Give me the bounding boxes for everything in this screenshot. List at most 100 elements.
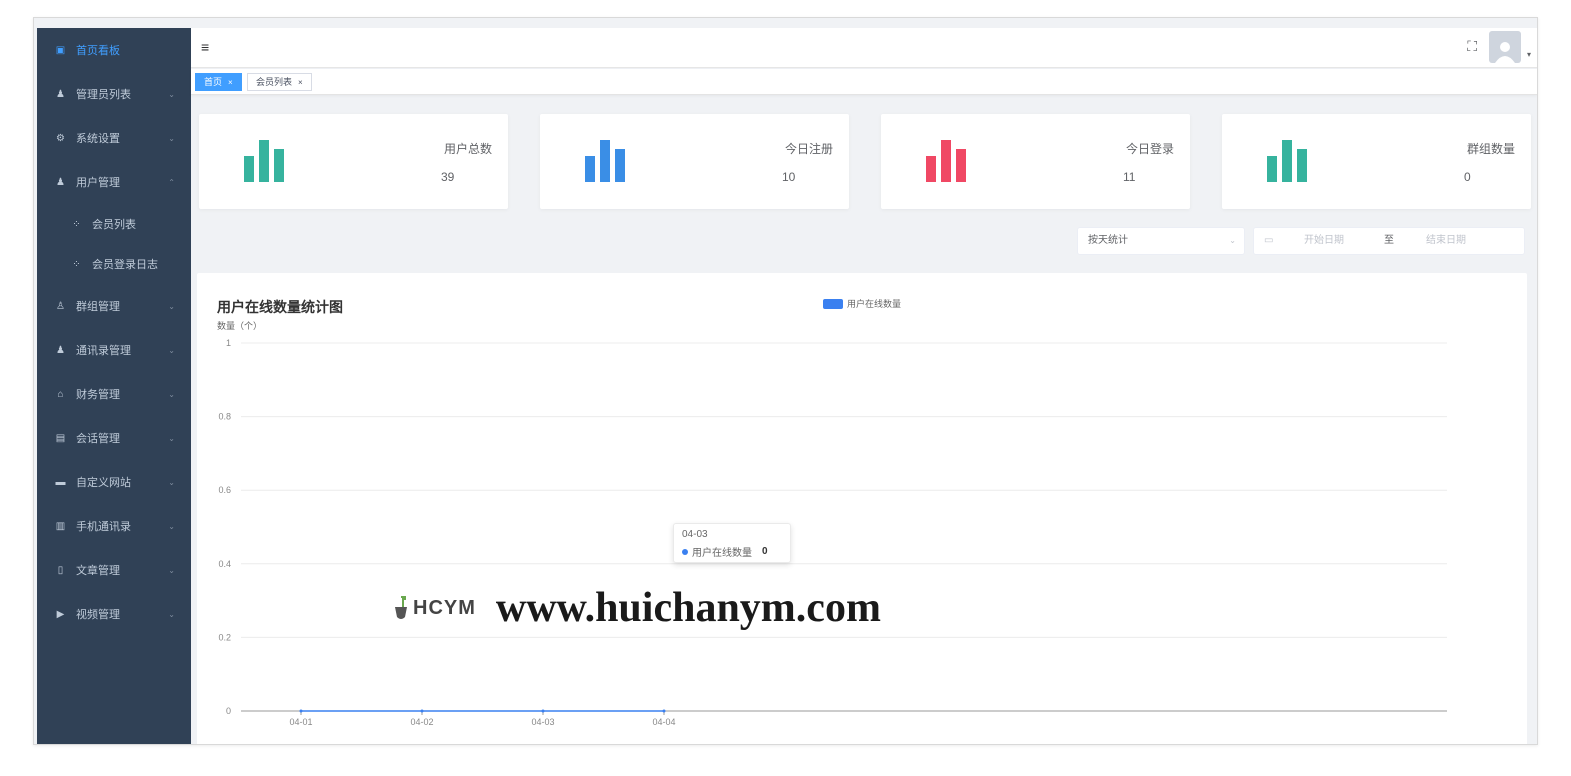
sidebar-item[interactable]: ♟ 通讯录管理 ⌄ (37, 328, 191, 372)
bar-chart-icon (926, 140, 966, 182)
card-label: 用户总数 (443, 142, 492, 156)
tooltip-dot (682, 548, 688, 555)
sidebar-item-label: 会员登录日志 (92, 259, 158, 271)
start-date-input[interactable]: 开始日期 (1304, 228, 1344, 254)
bar-icon-rect (615, 149, 625, 182)
x-tick-label: 04-04 (652, 717, 675, 727)
chevron-icon: ⌄ (168, 89, 175, 99)
chat-icon: ▤ (55, 432, 66, 444)
sidebar-item-label: 用户管理 (76, 177, 120, 189)
stat-mode-select[interactable]: 按天统计 ⌄ (1077, 227, 1245, 255)
watermark-logo: HCYM (389, 595, 476, 621)
data-point (420, 709, 424, 713)
tag-member-list[interactable]: 会员列表 × (247, 73, 312, 91)
y-tick-label: 0.4 (218, 559, 231, 569)
y-tick-label: 0 (226, 706, 231, 716)
card-label: 群组数量 (1466, 142, 1515, 156)
sidebar: ▣ 首页看板 ♟ 管理员列表 ⌄ ⚙ 系统设置 ⌄ ♟ 用户管理 ⌃ ⁘ 会员列表 ⁘ 会员登录日志 ♙ 群组管… (37, 28, 191, 744)
data-point (541, 709, 545, 713)
group-icon: ♙ (56, 300, 65, 312)
chevron-icon: ⌄ (168, 389, 175, 399)
sidebar-item-label: 手机通讯录 (76, 521, 131, 533)
sidebar-item-label: 首页看板 (76, 45, 120, 57)
chevron-icon: ⌄ (168, 301, 175, 311)
date-range-picker[interactable]: ▭ 开始日期 至 结束日期 (1253, 227, 1525, 255)
chevron-icon: ⌄ (168, 565, 175, 575)
stat-card-today-login[interactable]: 今日登录 11 (881, 114, 1190, 209)
hamburger-icon[interactable]: ≡ (201, 39, 209, 55)
sidebar-item[interactable]: ▬ 自定义网站 ⌄ (37, 460, 191, 504)
card-value: 0 (1464, 170, 1471, 184)
avatar-dropdown-icon[interactable]: ▾ (1527, 50, 1531, 59)
y-tick-label: 0.8 (218, 412, 231, 422)
card-value: 39 (441, 170, 455, 184)
tag-home[interactable]: 首页 × (195, 73, 242, 91)
sidebar-item[interactable]: ▯ 文章管理 ⌄ (37, 548, 191, 592)
sidebar-item[interactable]: ⁘ 会员列表 (37, 204, 191, 244)
bar-chart-icon (585, 140, 625, 182)
online-users-chart[interactable]: 数量（个） 0 0.2 0.4 0.6 0.8 1 04-01 04-02 04-03 04-04 (197, 273, 1527, 745)
calendar-icon: ▭ (1264, 235, 1274, 246)
end-date-input[interactable]: 结束日期 (1426, 228, 1466, 254)
tooltip-date: 04-03 (682, 529, 708, 540)
stat-card-total-users[interactable]: 用户总数 39 (199, 114, 508, 209)
card-value: 10 (782, 170, 796, 184)
bar-icon-rect (1282, 140, 1292, 182)
avatar[interactable] (1489, 31, 1521, 63)
sidebar-item[interactable]: ♟ 管理员列表 ⌄ (37, 72, 191, 116)
close-icon[interactable]: × (298, 78, 303, 87)
article-icon: ▯ (57, 564, 64, 576)
sidebar-item[interactable]: ♙ 群组管理 ⌄ (37, 284, 191, 328)
contact-icon: ♟ (56, 344, 65, 356)
grid-icon: ⁘ (72, 258, 81, 270)
main-area: ≡ ⛶ ▾ 首页 × 会员列表 × 用户总数 39 今日注册 10 今日登录 1… (191, 28, 1537, 744)
bar-chart-icon (244, 140, 284, 182)
data-point (299, 709, 303, 713)
bar-icon-rect (244, 156, 254, 182)
bar-icon-rect (274, 149, 284, 182)
bar-icon-rect (585, 156, 595, 182)
watermark: HCYM www.huichanym.com (389, 584, 881, 632)
close-icon[interactable]: × (228, 78, 233, 87)
select-value: 按天统计 (1088, 235, 1128, 246)
bar-icon-rect (941, 140, 951, 182)
sidebar-item-label: 财务管理 (76, 389, 120, 401)
card-label: 今日注册 (784, 142, 833, 156)
bar-icon-rect (600, 140, 610, 182)
stat-card-group-count[interactable]: 群组数量 0 (1222, 114, 1531, 209)
tag-label: 首页 (204, 77, 223, 87)
app-frame: ▣ 首页看板 ♟ 管理员列表 ⌄ ⚙ 系统设置 ⌄ ♟ 用户管理 ⌃ ⁘ 会员列表 ⁘ 会员登录日志 ♙ 群组管… (33, 17, 1538, 745)
bar-icon-rect (259, 140, 269, 182)
chevron-icon: ⌄ (168, 609, 175, 619)
sidebar-item[interactable]: ▤ 会话管理 ⌄ (37, 416, 191, 460)
sidebar-item-label: 通讯录管理 (76, 345, 131, 357)
sidebar-item[interactable]: ♟ 用户管理 ⌃ (37, 160, 191, 204)
sidebar-item-label: 自定义网站 (76, 477, 131, 489)
bar-icon-rect (1297, 149, 1307, 182)
y-tick-label: 0.6 (218, 485, 231, 495)
sidebar-item-label: 系统设置 (76, 133, 120, 145)
bar-icon-rect (926, 156, 936, 182)
tags-view: 首页 × 会员列表 × (191, 69, 1537, 95)
sidebar-item-label: 会话管理 (76, 433, 120, 445)
sidebar-item[interactable]: ⌂ 财务管理 ⌄ (37, 372, 191, 416)
bar-chart-icon (1267, 140, 1307, 182)
sidebar-item-label: 管理员列表 (76, 89, 131, 101)
stat-card-today-register[interactable]: 今日注册 10 (540, 114, 849, 209)
phone-book-icon: ▥ (55, 520, 66, 532)
sidebar-item[interactable]: ▶ 视频管理 ⌄ (37, 592, 191, 636)
data-point (662, 709, 666, 713)
sidebar-item[interactable]: ▣ 首页看板 (37, 28, 191, 72)
watermark-logo-text: HCYM (413, 596, 476, 619)
user-icon: ♟ (56, 176, 65, 188)
bar-icon-rect (1267, 156, 1277, 182)
chevron-icon: ⌃ (168, 177, 175, 187)
fullscreen-icon[interactable]: ⛶ (1467, 38, 1477, 55)
sidebar-item[interactable]: ⚙ 系统设置 ⌄ (37, 116, 191, 160)
sidebar-item-label: 文章管理 (76, 565, 120, 577)
sidebar-item[interactable]: ▥ 手机通讯录 ⌄ (37, 504, 191, 548)
x-tick-label: 04-03 (531, 717, 554, 727)
dashboard-icon: ▣ (55, 44, 66, 56)
sidebar-item[interactable]: ⁘ 会员登录日志 (37, 244, 191, 284)
chevron-down-icon: ⌄ (1229, 236, 1236, 245)
